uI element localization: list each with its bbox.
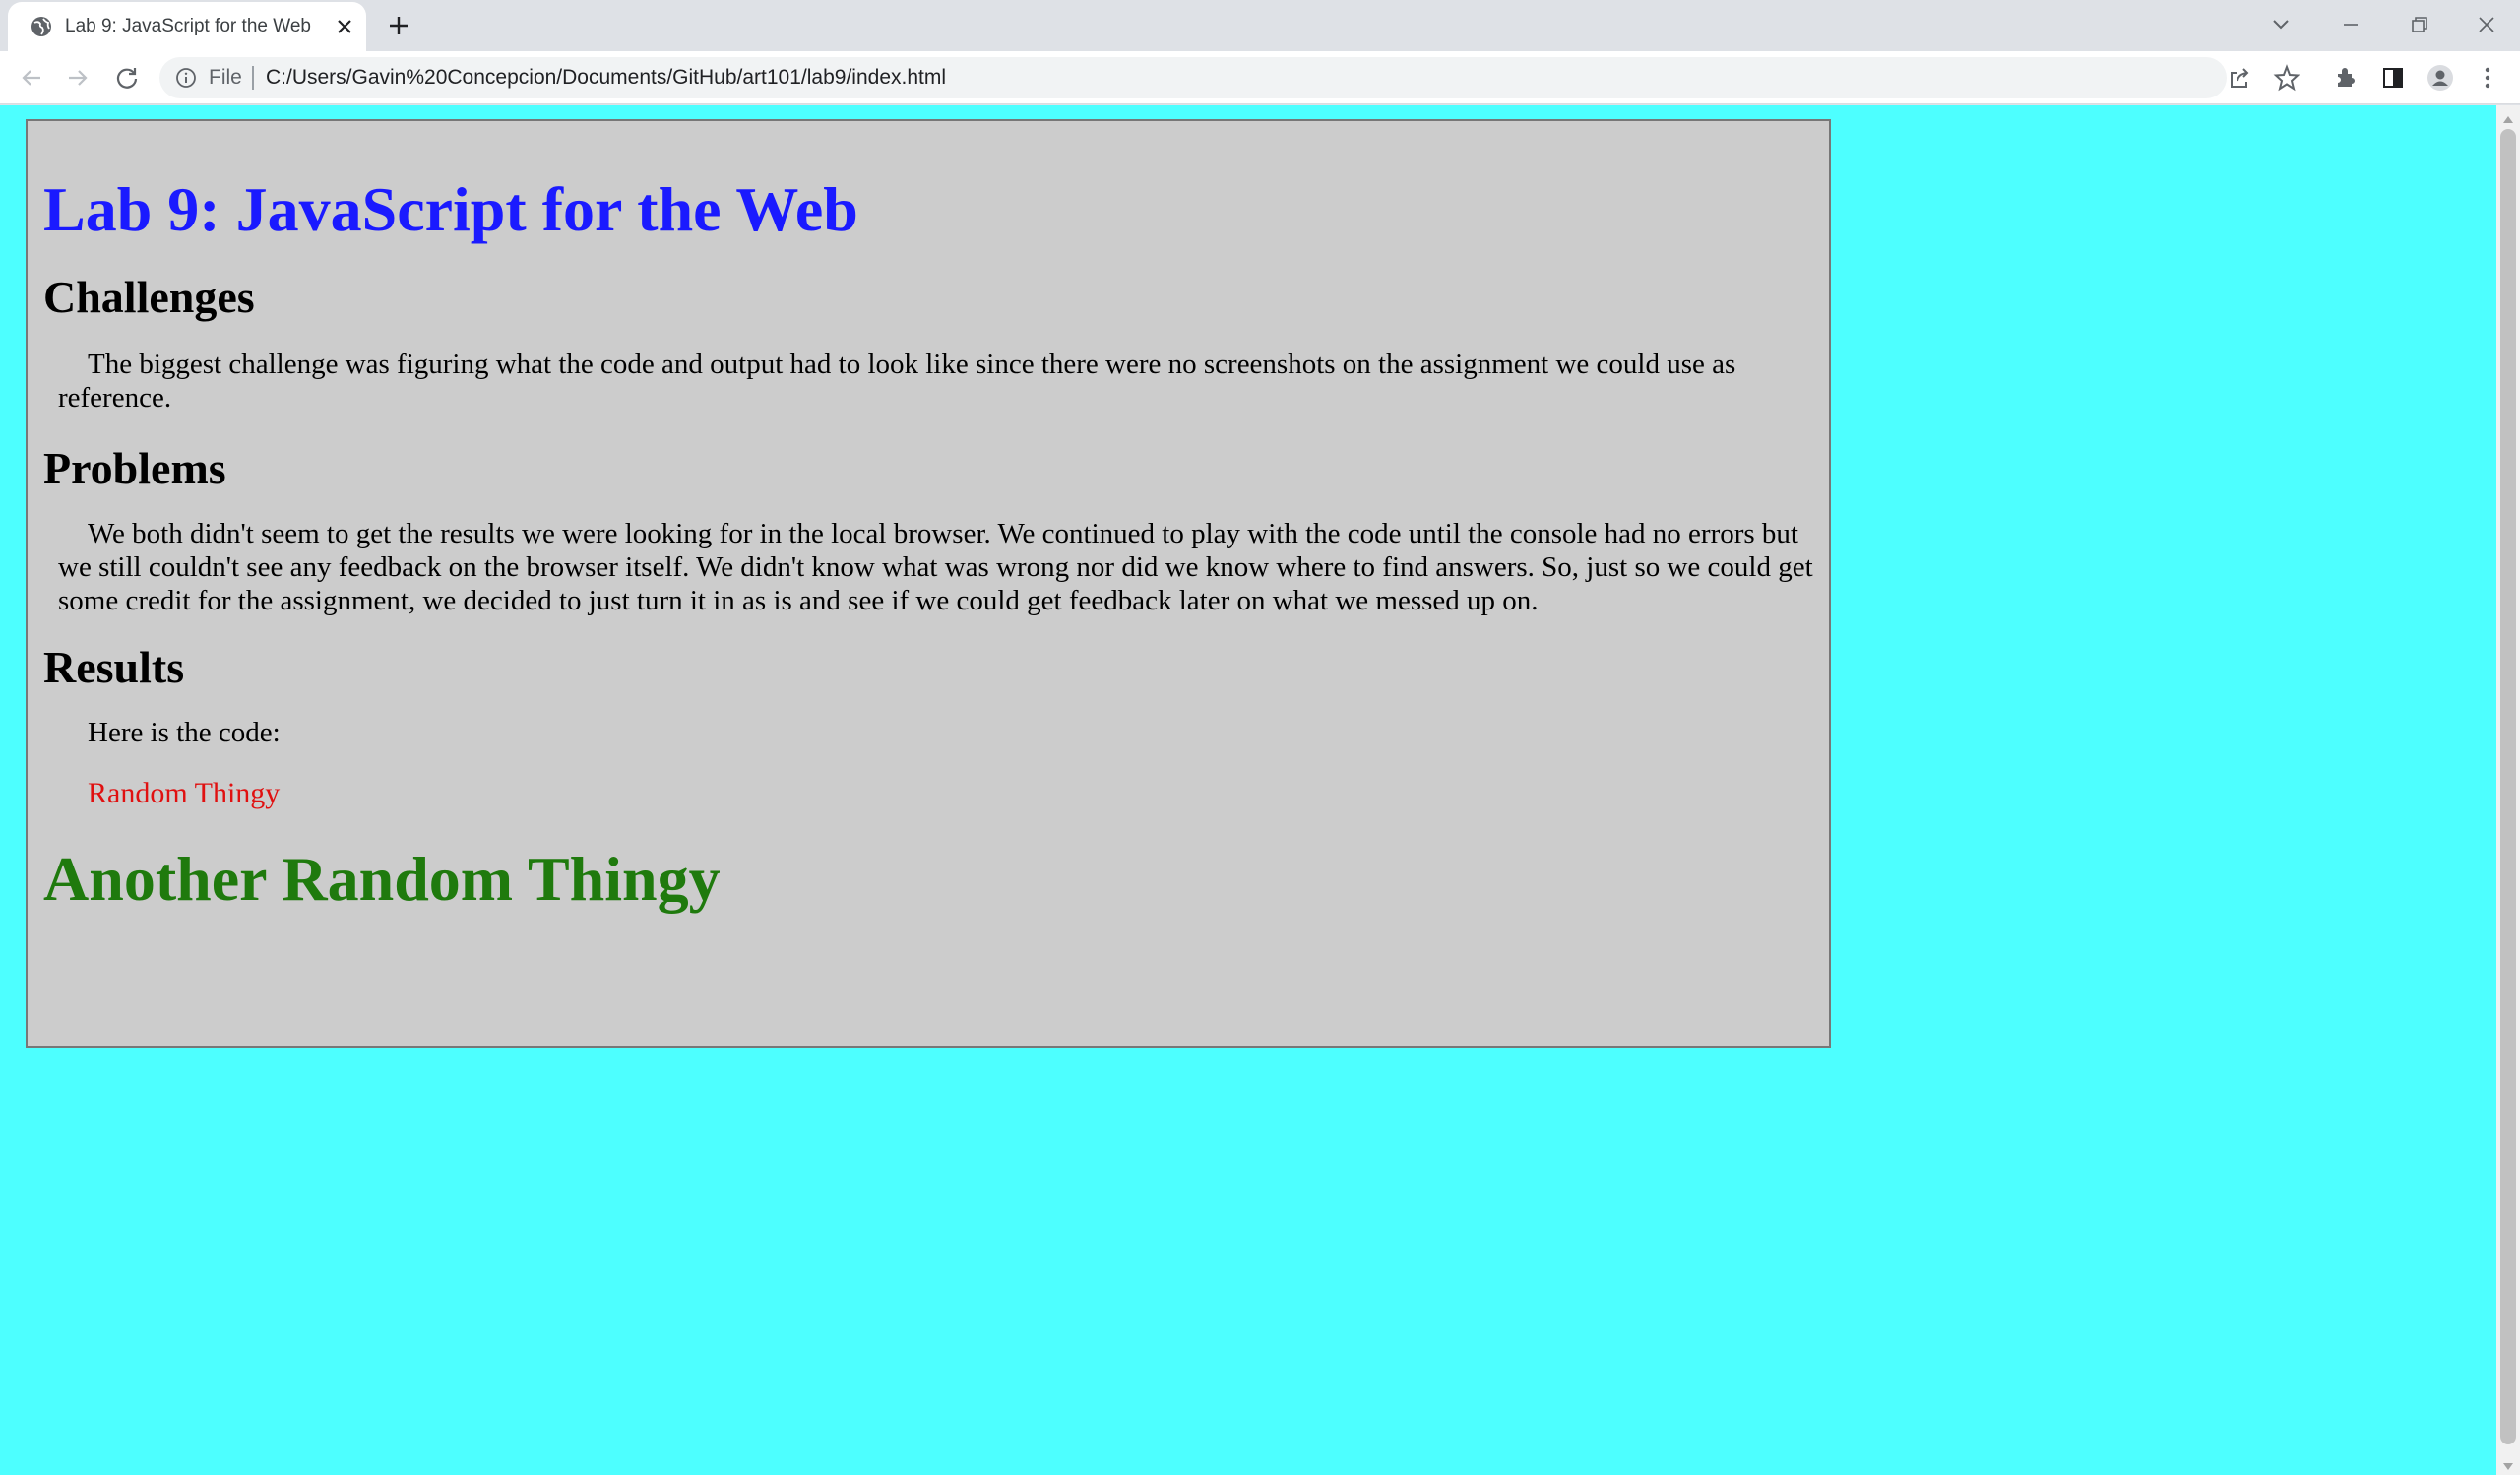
page-viewport: Lab 9: JavaScript for the Web Challenges…	[0, 105, 2520, 1475]
challenges-text: The biggest challenge was figuring what …	[58, 349, 1736, 414]
results-text: Here is the code:	[88, 717, 281, 748]
tab-search-icon[interactable]	[2264, 8, 2298, 41]
side-panel-icon[interactable]	[2378, 63, 2408, 93]
new-tab-icon[interactable]	[386, 13, 411, 38]
problems-heading: Problems	[43, 443, 226, 493]
globe-icon	[30, 15, 53, 38]
share-icon[interactable]	[2225, 63, 2254, 93]
back-icon[interactable]	[17, 63, 46, 93]
browser-tab[interactable]: Lab 9: JavaScript for the Web	[8, 2, 366, 51]
tab-strip: Lab 9: JavaScript for the Web	[0, 0, 2520, 51]
random-thingy-text: Random Thingy	[88, 777, 281, 809]
minimize-icon[interactable]	[2334, 8, 2367, 41]
menu-icon[interactable]	[2473, 63, 2502, 93]
results-heading: Results	[43, 642, 185, 692]
reload-icon[interactable]	[112, 63, 142, 93]
close-icon[interactable]	[333, 15, 356, 38]
close-window-icon[interactable]	[2470, 8, 2503, 41]
restore-icon[interactable]	[2403, 8, 2436, 41]
another-random-thingy-heading: Another Random Thingy	[43, 844, 721, 914]
address-separator	[252, 66, 254, 90]
star-icon[interactable]	[2272, 63, 2301, 93]
challenges-heading: Challenges	[43, 272, 255, 322]
profile-icon[interactable]	[2426, 63, 2455, 93]
forward-icon[interactable]	[63, 63, 93, 93]
vertical-scrollbar[interactable]	[2496, 105, 2520, 1475]
info-icon[interactable]	[175, 67, 197, 89]
page-title: Lab 9: JavaScript for the Web	[43, 174, 858, 244]
content-box: Lab 9: JavaScript for the Web Challenges…	[26, 119, 1831, 1048]
tab-title: Lab 9: JavaScript for the Web	[65, 16, 311, 36]
extensions-icon[interactable]	[2331, 63, 2361, 93]
scroll-down-icon[interactable]	[2502, 1459, 2514, 1470]
browser-toolbar: File C:/Users/Gavin%20Concepcion/Documen…	[0, 51, 2520, 104]
problems-text: We both didn't seem to get the results w…	[58, 518, 1813, 616]
scrollbar-thumb[interactable]	[2500, 129, 2516, 1444]
url-text[interactable]: C:/Users/Gavin%20Concepcion/Documents/Gi…	[266, 66, 946, 90]
scroll-up-icon[interactable]	[2502, 111, 2514, 123]
address-bar[interactable]: File C:/Users/Gavin%20Concepcion/Documen…	[159, 57, 2227, 98]
scheme-label: File	[209, 66, 242, 89]
